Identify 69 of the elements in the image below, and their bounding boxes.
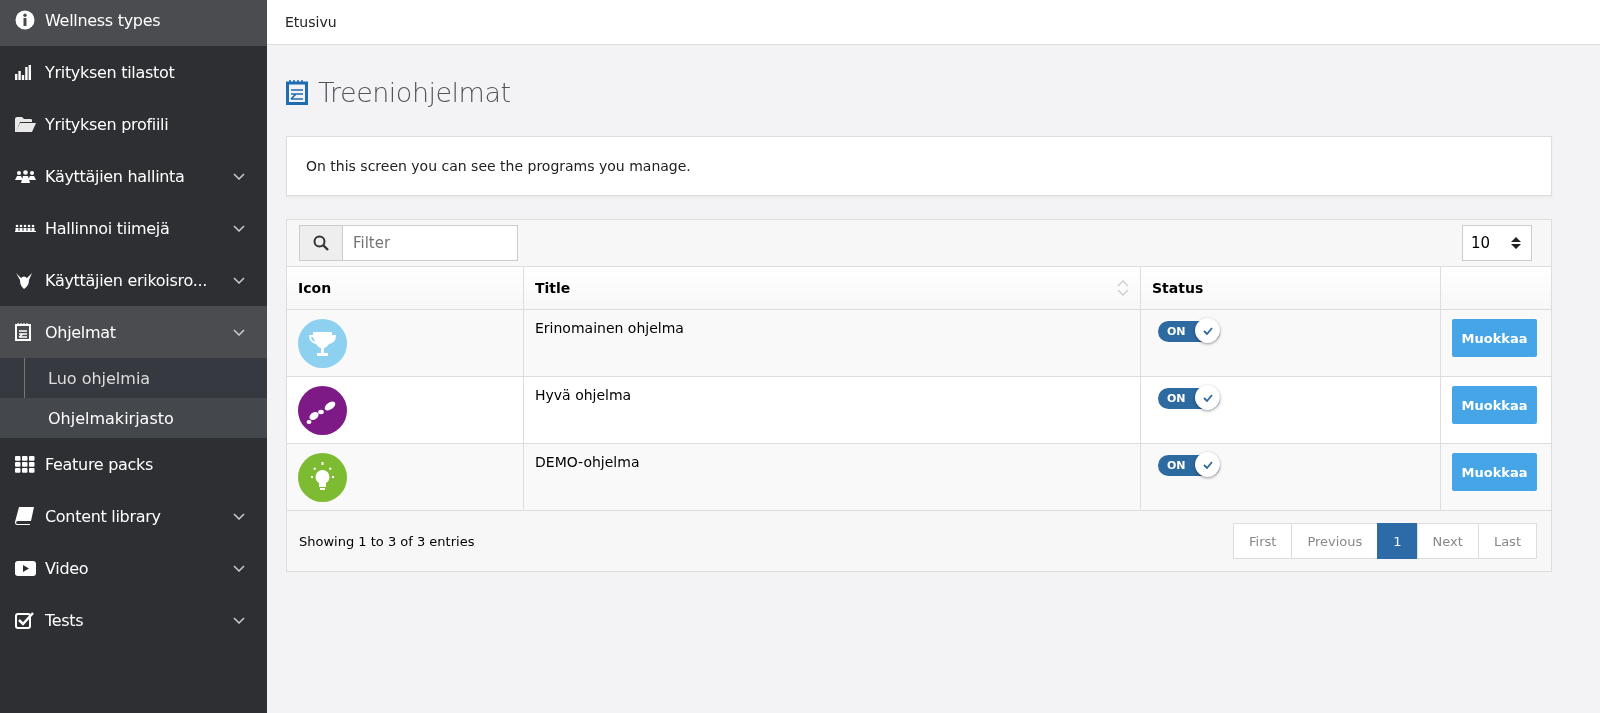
- sidebar-item[interactable]: Ohjelmat: [0, 306, 267, 358]
- pagination-button[interactable]: Previous: [1291, 523, 1379, 559]
- sidebar-label: Ohjelmat: [45, 322, 117, 342]
- column-header: Icon: [287, 267, 524, 310]
- sidebar-item[interactable]: Yrityksen tilastot: [0, 46, 267, 98]
- chevron-down-icon: [233, 616, 245, 624]
- program-title: Erinomainen ohjelma: [535, 320, 684, 336]
- sidebar-label: Tests: [45, 610, 85, 630]
- column-header: Status: [1140, 267, 1441, 310]
- submenu-item[interactable]: Luo ohjelmia: [0, 358, 267, 398]
- bar-chart-icon: [15, 64, 31, 80]
- column-header[interactable]: Title: [523, 267, 1141, 310]
- info-icon: [15, 10, 35, 30]
- pagination-button[interactable]: Last: [1477, 523, 1537, 559]
- pagination-button[interactable]: First: [1233, 523, 1293, 559]
- info-text: On this screen you can see the programs you manage.: [306, 158, 691, 174]
- sidebar-label: Hallinnoi tiimejä: [45, 218, 171, 238]
- checkmark-icon: [1202, 326, 1213, 335]
- chevron-down-icon: [233, 172, 245, 180]
- sidebar-label: Video: [45, 558, 90, 578]
- sidebar-label: Feature packs: [45, 454, 154, 474]
- notepad-icon: [286, 79, 308, 105]
- sort-arrows-icon: [1511, 236, 1521, 250]
- sidebar-label: Käyttäjien erikoisro...: [45, 270, 209, 290]
- search-button[interactable]: [299, 225, 342, 261]
- status-toggle[interactable]: ON: [1158, 455, 1220, 476]
- pagination-button[interactable]: Next: [1416, 523, 1479, 559]
- sidebar-label: Yrityksen profiili: [45, 114, 170, 134]
- chevron-down-icon: [233, 328, 245, 336]
- breadcrumb-link[interactable]: Etusivu: [285, 14, 337, 30]
- sidebar-item[interactable]: Käyttäjien erikoisro...: [0, 254, 267, 306]
- sidebar-label: Wellness types: [45, 10, 162, 30]
- sidebar-item[interactable]: Yrityksen profiili: [0, 98, 267, 150]
- chevron-down-icon: [233, 276, 245, 284]
- program-title: Hyvä ohjelma: [535, 387, 632, 403]
- filter-field[interactable]: Filter: [342, 225, 518, 261]
- book-icon: [15, 507, 34, 525]
- entries-summary: Showing 1 to 3 of 3 entries: [299, 533, 475, 549]
- checkmark-icon: [1202, 460, 1213, 469]
- sidebar-label: Käyttäjien hallinta: [45, 166, 186, 186]
- submenu-item[interactable]: Ohjelmakirjasto: [0, 398, 267, 438]
- sidebar-item[interactable]: Tests: [0, 594, 267, 646]
- status-toggle[interactable]: ON: [1158, 388, 1220, 409]
- chevron-down-icon: [233, 564, 245, 572]
- checkmark-icon: [1202, 393, 1213, 402]
- page-size-select[interactable]: 10: [1462, 225, 1532, 261]
- checkbox-icon: [15, 611, 34, 629]
- sidebar-item[interactable]: Käyttäjien hallinta: [0, 150, 267, 202]
- pagination-button[interactable]: 1: [1377, 523, 1418, 559]
- sidebar-label: Yrityksen tilastot: [45, 62, 176, 82]
- sidebar-item[interactable]: Feature packs: [0, 438, 267, 490]
- play-icon: [15, 560, 36, 576]
- notepad-icon: [15, 323, 31, 341]
- chevron-down-icon: [233, 512, 245, 520]
- sidebar-item[interactable]: Wellness types: [0, 0, 267, 46]
- team-icon: [15, 224, 36, 232]
- sort-icon: [1117, 279, 1129, 297]
- folder-icon: [15, 116, 36, 132]
- status-toggle[interactable]: ON: [1158, 321, 1220, 342]
- sidebar-item[interactable]: Video: [0, 542, 267, 594]
- grid-icon: [15, 455, 35, 473]
- sidebar-item[interactable]: Content library: [0, 490, 267, 542]
- page-title: Treeniohjelmat: [318, 76, 511, 108]
- chevron-down-icon: [233, 224, 245, 232]
- sidebar-item[interactable]: Hallinnoi tiimejä: [0, 202, 267, 254]
- users-icon: [15, 169, 36, 183]
- sidebar-label: Content library: [45, 506, 162, 526]
- search-icon: [313, 235, 329, 251]
- program-title: DEMO-ohjelma: [535, 454, 640, 470]
